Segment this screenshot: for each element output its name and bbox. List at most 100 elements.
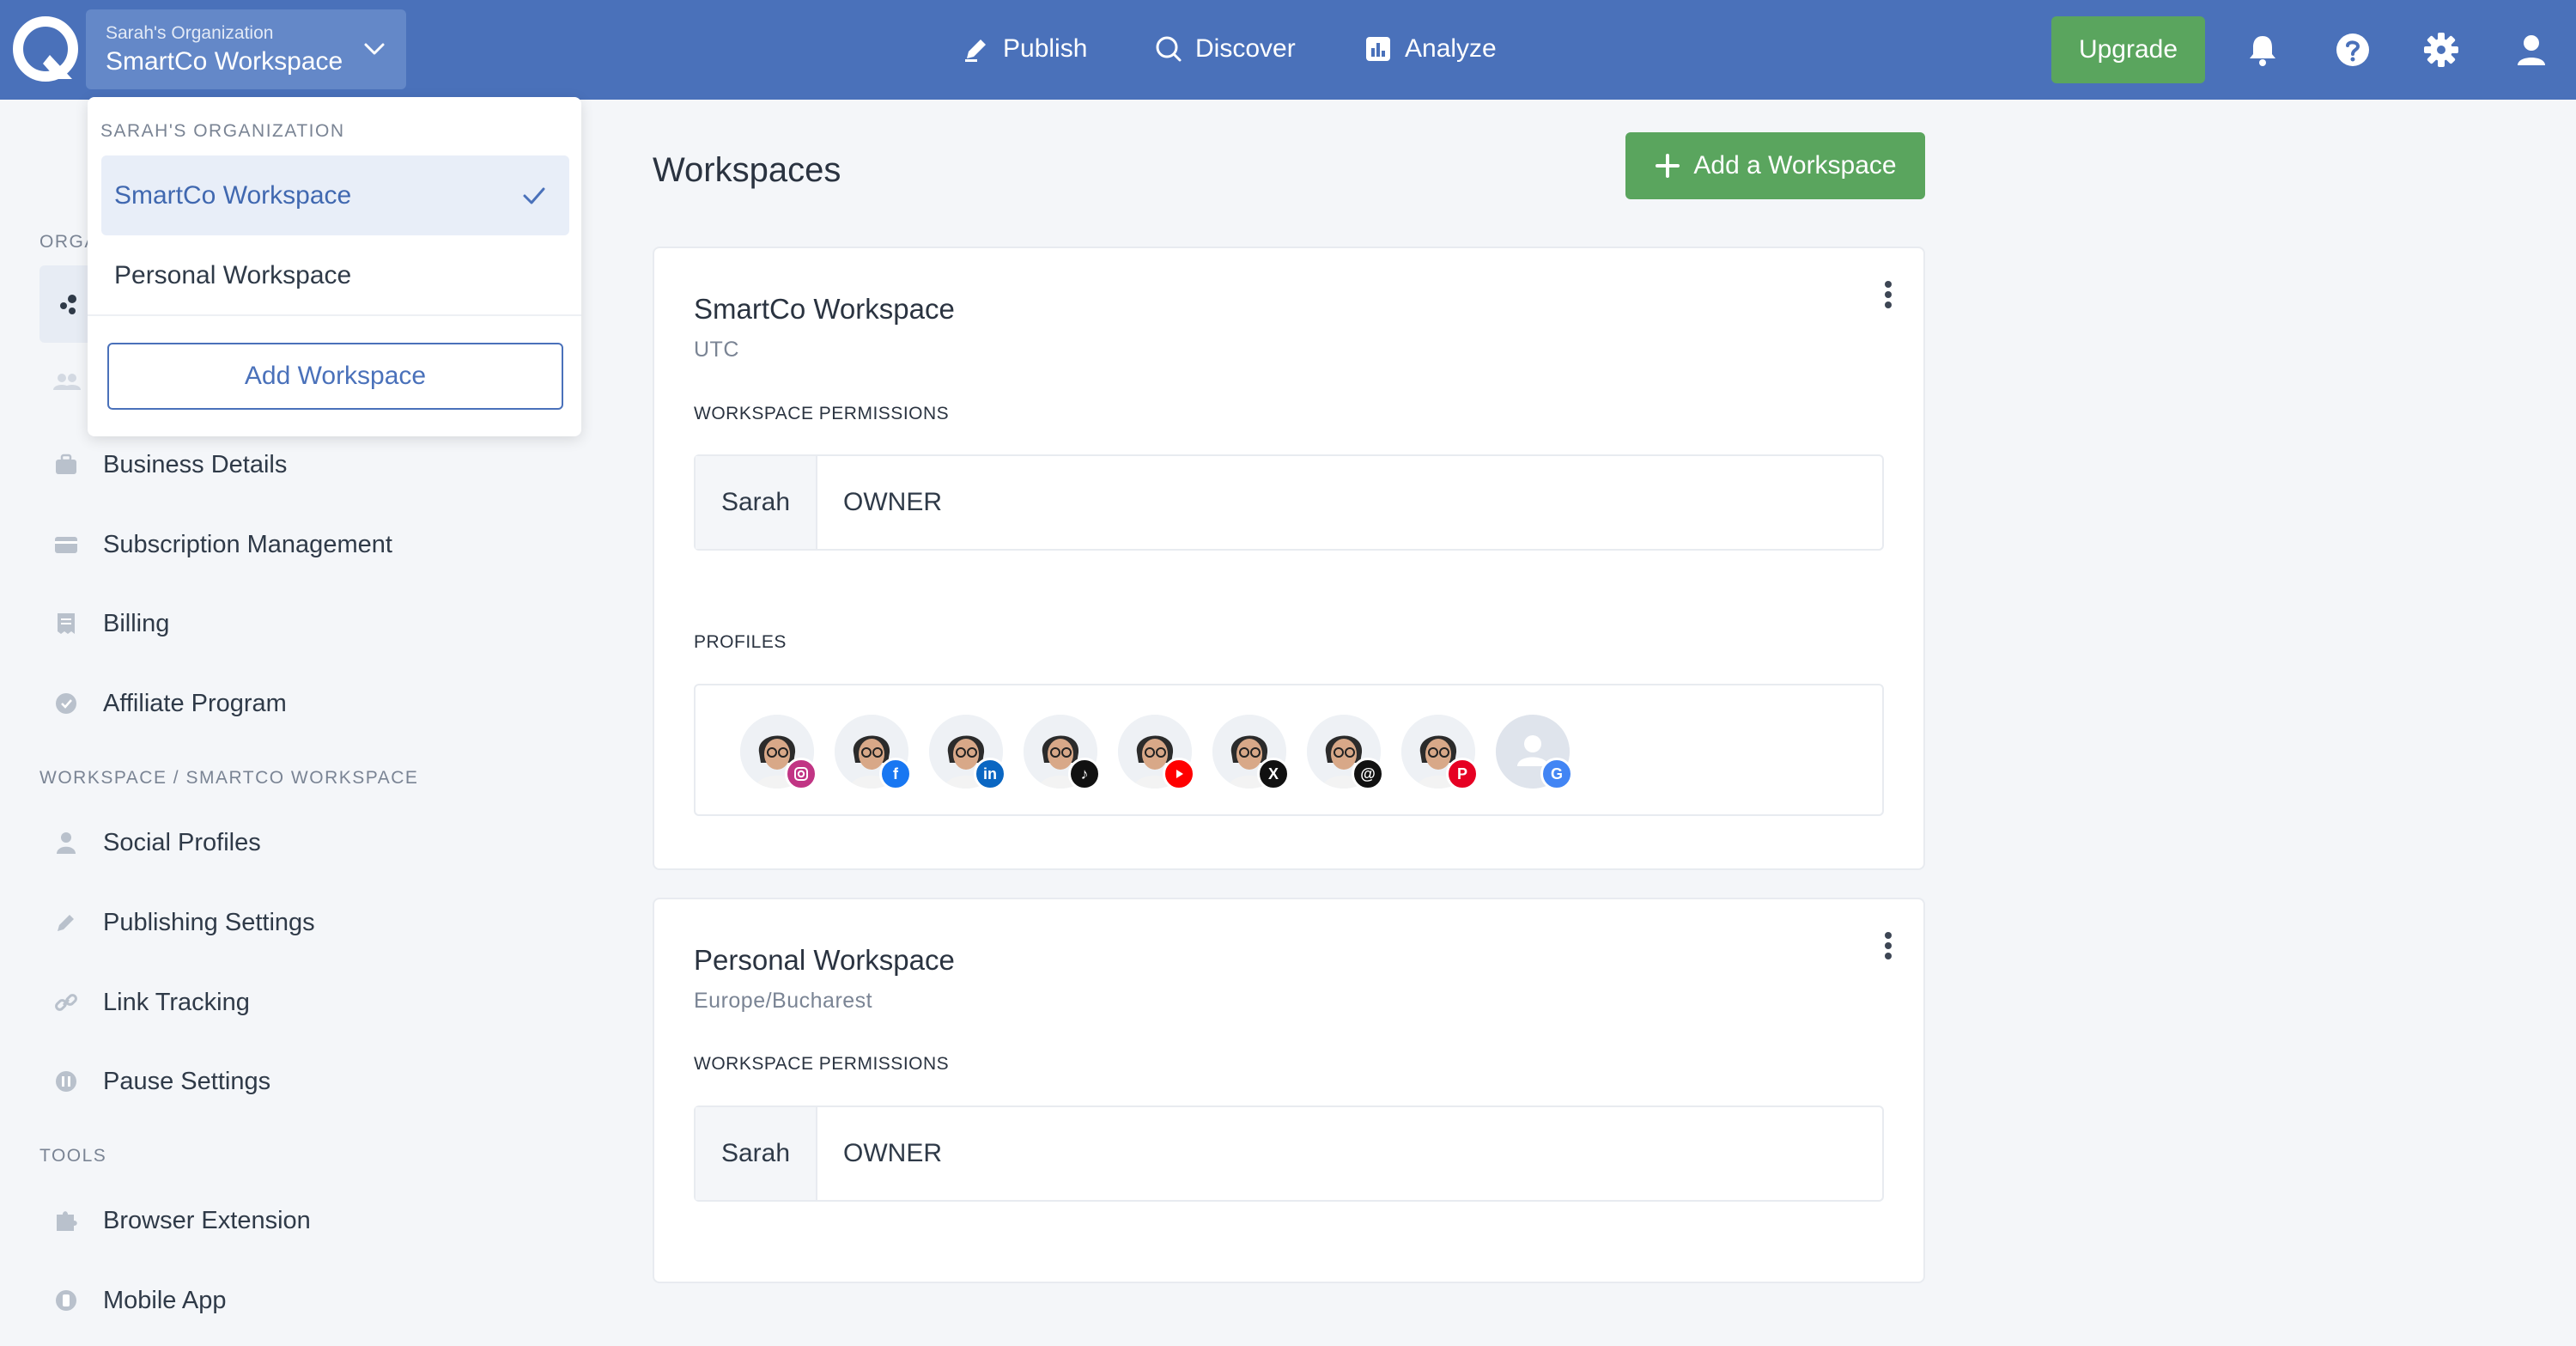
- dropdown-item-label: SmartCo Workspace: [114, 180, 352, 210]
- add-a-workspace-label: Add a Workspace: [1693, 151, 1897, 180]
- workspace-card-title: Personal Workspace: [694, 944, 955, 976]
- pause-icon: [53, 1069, 79, 1094]
- profile-avatar-youtube[interactable]: [1118, 715, 1195, 790]
- nav-analyze-label: Analyze: [1405, 34, 1497, 63]
- permission-role: OWNER: [843, 1139, 942, 1167]
- tools-section-label: TOOLS: [39, 1146, 107, 1166]
- sidebar-item-business-details[interactable]: Business Details: [39, 435, 555, 495]
- permissions-section-label: WORKSPACE PERMISSIONS: [694, 1054, 950, 1074]
- permissions-section-label: WORKSPACE PERMISSIONS: [694, 404, 950, 423]
- profile-avatar-linkedin[interactable]: in: [929, 715, 1006, 790]
- nav-analyze[interactable]: Analyze: [1364, 27, 1497, 70]
- phone-icon: [53, 1288, 79, 1313]
- permission-user: Sarah: [696, 456, 817, 549]
- tiktok-icon: ♪: [1068, 758, 1101, 790]
- sidebar-item-affiliate-program[interactable]: Affiliate Program: [39, 673, 555, 734]
- workspace-switcher[interactable]: Sarah's Organization SmartCo Workspace: [86, 9, 406, 89]
- checkmark-icon: [523, 187, 545, 204]
- workspace-section-label: WORKSPACE / SMARTCO WORKSPACE: [39, 768, 419, 788]
- sidebar-item-label: Affiliate Program: [103, 689, 287, 717]
- workspace-dropdown: SARAH'S ORGANIZATION SmartCo Workspace P…: [88, 97, 581, 436]
- dropdown-item-smartco-workspace[interactable]: SmartCo Workspace: [101, 155, 569, 235]
- search-icon: [1156, 36, 1182, 62]
- briefcase-icon: [53, 452, 79, 478]
- sidebar-item-label: Publishing Settings: [103, 908, 315, 936]
- workspace-card-personal: Personal Workspace Europe/Bucharest WORK…: [653, 898, 1925, 1283]
- sidebar-item-mobile-app[interactable]: Mobile App: [39, 1270, 555, 1331]
- sidebar-item-pause-settings[interactable]: Pause Settings: [39, 1051, 555, 1112]
- dropdown-divider: [88, 314, 581, 316]
- sidebar-item-label: Pause Settings: [103, 1067, 271, 1095]
- profile-avatar-tiktok[interactable]: ♪: [1024, 715, 1101, 790]
- add-workspace-button[interactable]: Add Workspace: [107, 343, 563, 410]
- workspace-card-smartco: SmartCo Workspace UTC WORKSPACE PERMISSI…: [653, 247, 1925, 870]
- sidebar-item-billing[interactable]: Billing: [39, 594, 555, 654]
- sidebar-item-label: Mobile App: [103, 1286, 227, 1314]
- nav-discover[interactable]: Discover: [1154, 27, 1296, 70]
- sidebar-item-label: Social Profiles: [103, 828, 261, 856]
- workspace-card-title: SmartCo Workspace: [694, 293, 955, 325]
- youtube-icon: [1163, 758, 1195, 790]
- top-bar: Sarah's Organization SmartCo Workspace P…: [0, 0, 2576, 100]
- dropdown-section-label: SARAH'S ORGANIZATION: [100, 121, 345, 141]
- sidebar-item-label: Link Tracking: [103, 988, 250, 1016]
- permission-row: Sarah OWNER: [694, 1105, 1884, 1202]
- x-icon: X: [1257, 758, 1290, 790]
- sidebar-item-browser-extension[interactable]: Browser Extension: [39, 1191, 555, 1251]
- profiles-list: f in ♪ X @ P G: [694, 684, 1884, 816]
- more-options-icon[interactable]: [1875, 927, 1901, 970]
- pinterest-icon: P: [1446, 758, 1479, 790]
- threads-icon: @: [1352, 758, 1384, 790]
- person-icon: [53, 830, 79, 856]
- card-icon: [53, 532, 79, 557]
- dropdown-item-label: Personal Workspace: [114, 260, 352, 289]
- badge-icon: [53, 691, 79, 716]
- nav-publish[interactable]: Publish: [962, 27, 1087, 70]
- org-name: Sarah's Organization: [106, 23, 274, 43]
- dropdown-item-personal-workspace[interactable]: Personal Workspace: [101, 235, 569, 315]
- sidebar-item-label: Browser Extension: [103, 1206, 311, 1234]
- pencil-icon: [965, 40, 986, 62]
- user-icon[interactable]: [2512, 31, 2550, 69]
- upgrade-button[interactable]: Upgrade: [2051, 16, 2205, 83]
- sidebar-item-label: Business Details: [103, 450, 288, 478]
- pencil-icon: [53, 910, 79, 935]
- app-logo-icon[interactable]: [12, 15, 79, 82]
- profiles-section-label: PROFILES: [694, 632, 787, 652]
- current-workspace-name: SmartCo Workspace: [106, 47, 343, 76]
- workspace-card-timezone: UTC: [694, 338, 739, 362]
- permission-role: OWNER: [843, 488, 942, 516]
- profile-avatar-facebook[interactable]: f: [835, 715, 912, 790]
- profile-avatar-x[interactable]: X: [1212, 715, 1290, 790]
- sidebar-item-label: Billing: [103, 609, 170, 637]
- profile-avatar-pinterest[interactable]: P: [1401, 715, 1479, 790]
- sidebar-item-social-profiles[interactable]: Social Profiles: [39, 813, 555, 873]
- gear-icon[interactable]: [2422, 31, 2460, 69]
- more-options-icon[interactable]: [1875, 276, 1901, 319]
- team-icon: [53, 374, 81, 390]
- add-a-workspace-button[interactable]: Add a Workspace: [1625, 132, 1925, 199]
- plus-icon: [1656, 154, 1680, 178]
- facebook-icon: f: [879, 758, 912, 790]
- instagram-icon: [785, 758, 817, 790]
- permission-row: Sarah OWNER: [694, 454, 1884, 551]
- link-icon: [53, 990, 79, 1015]
- profile-avatar-threads[interactable]: @: [1307, 715, 1384, 790]
- google-business-icon: G: [1540, 758, 1573, 790]
- nav-publish-label: Publish: [1003, 34, 1088, 63]
- workspace-card-timezone: Europe/Bucharest: [694, 989, 873, 1013]
- profile-avatar-instagram[interactable]: [740, 715, 817, 790]
- chevron-down-icon: [364, 43, 385, 55]
- permission-user: Sarah: [696, 1107, 817, 1200]
- sidebar-item-label: Subscription Management: [103, 530, 392, 558]
- nav-discover-label: Discover: [1195, 34, 1296, 63]
- chart-icon: [1366, 37, 1390, 61]
- sidebar-item-link-tracking[interactable]: Link Tracking: [39, 972, 555, 1032]
- profile-avatar-google-business[interactable]: G: [1496, 715, 1573, 790]
- sidebar-item-publishing-settings[interactable]: Publishing Settings: [39, 892, 555, 953]
- help-icon[interactable]: [2334, 31, 2372, 69]
- page-title: Workspaces: [653, 151, 841, 189]
- bell-icon[interactable]: [2244, 31, 2281, 69]
- puzzle-icon: [53, 1208, 79, 1233]
- sidebar-item-subscription-management[interactable]: Subscription Management: [39, 515, 555, 575]
